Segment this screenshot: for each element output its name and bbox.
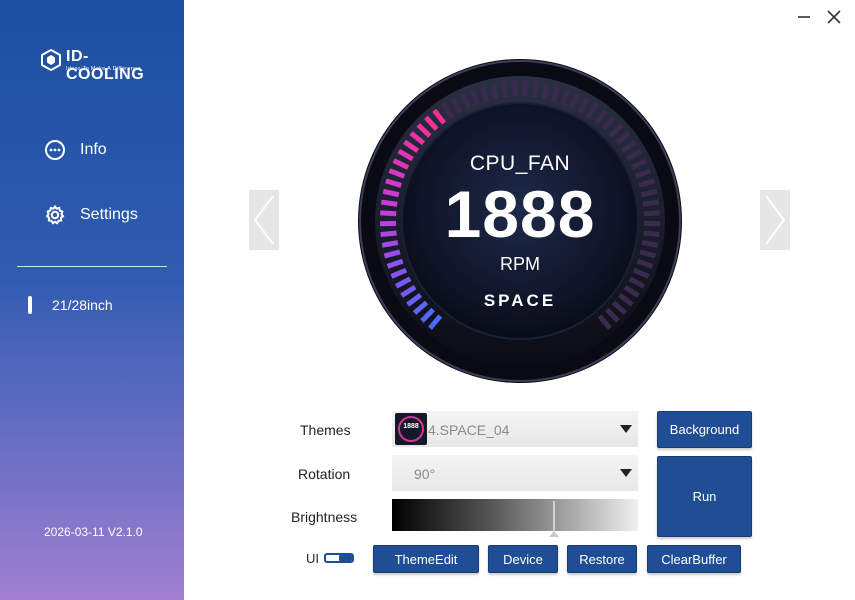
sidebar-item-settings[interactable]: Settings: [44, 203, 138, 227]
ui-toggle-knob: [339, 555, 352, 561]
next-theme-button[interactable]: [760, 190, 790, 250]
selected-indicator: [28, 296, 32, 314]
info-dots-icon: [45, 140, 65, 160]
ui-toggle[interactable]: [324, 553, 354, 563]
sensor-value: 1888: [444, 177, 596, 251]
caret-down-icon: [620, 469, 632, 477]
sidebar-item-info[interactable]: Info: [44, 138, 107, 162]
restore-button[interactable]: Restore: [567, 545, 637, 573]
gauge-tick: [531, 81, 539, 99]
chevron-left-icon: [253, 195, 274, 245]
gauge-tick: [490, 83, 499, 100]
thumbnail-value: 1888: [403, 423, 419, 430]
rotation-select[interactable]: 90°: [392, 455, 638, 491]
clear-buffer-button[interactable]: ClearBuffer: [647, 545, 741, 573]
ui-label: UI: [306, 551, 319, 566]
sensor-unit: RPM: [500, 254, 540, 274]
chevron-right-icon: [765, 195, 786, 245]
sidebar-item-label: Info: [80, 141, 107, 158]
run-button[interactable]: Run: [657, 456, 752, 537]
sidebar: ID-COOLING Ideas To Make A Difference In…: [0, 0, 184, 600]
cube-logo-icon: [41, 49, 61, 71]
theme-edit-button[interactable]: ThemeEdit: [373, 545, 479, 573]
close-icon: [827, 10, 841, 24]
brand-logo: ID-COOLING Ideas To Make A Difference: [40, 46, 150, 83]
device-size-label: 21/28inch: [52, 297, 113, 313]
background-button[interactable]: Background: [657, 411, 752, 448]
gauge-tick: [541, 83, 550, 100]
themes-select[interactable]: 1888 4.SPACE_04: [392, 411, 638, 447]
caret-down-icon: [620, 425, 632, 433]
sensor-name: CPU_FAN: [469, 152, 571, 175]
rotation-label: Rotation: [298, 466, 351, 482]
theme-thumbnail: 1888: [395, 413, 427, 445]
sidebar-item-label: Settings: [80, 206, 138, 223]
minimize-icon: [798, 16, 810, 18]
device-button[interactable]: Device: [488, 545, 558, 573]
theme-title: SPACE: [483, 291, 557, 310]
rotation-select-value: 90°: [414, 466, 436, 482]
gauge-tick: [501, 81, 509, 99]
gauge-tick: [522, 81, 528, 98]
sidebar-divider: [17, 266, 167, 267]
themes-label: Themes: [300, 422, 351, 438]
previous-theme-button[interactable]: [249, 190, 279, 250]
brightness-marker: [549, 531, 560, 537]
minimize-button[interactable]: [795, 8, 813, 26]
close-button[interactable]: [825, 8, 843, 26]
sidebar-item-device-size[interactable]: 21/28inch: [28, 295, 113, 315]
theme-preview-gauge: CPU_FAN 1888 RPM SPACE: [357, 58, 683, 384]
gear-icon: [45, 204, 65, 225]
gauge-tick: [512, 81, 518, 98]
brightness-slider[interactable]: [392, 499, 638, 531]
brightness-label: Brightness: [291, 509, 358, 525]
version-label: 2026-03-11 V2.1.0: [44, 525, 143, 539]
brand-tagline: Ideas To Make A Difference: [66, 66, 141, 72]
themes-select-value: 4.SPACE_04: [428, 422, 510, 438]
brightness-slider-thumb[interactable]: [553, 501, 556, 533]
